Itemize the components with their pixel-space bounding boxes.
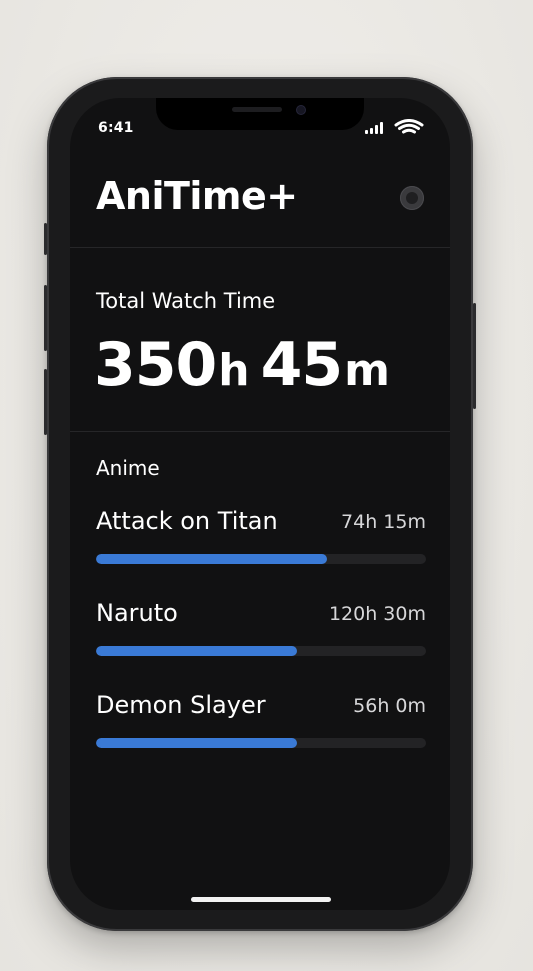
status-time: 6:41 [98, 120, 134, 136]
app-title: AniTime+ [96, 174, 298, 218]
progress-track [96, 738, 426, 748]
volume-up-button [44, 285, 47, 351]
anime-section-label: Anime [96, 456, 160, 480]
anime-title: Attack on Titan [96, 507, 278, 535]
anime-title: Naruto [96, 599, 178, 627]
app-screen: 6:41 AniTime+ Total Watch Time 350h 45m A… [70, 98, 450, 910]
avatar-icon[interactable] [400, 186, 424, 210]
anime-watch-time: 120h 30m [328, 603, 426, 625]
volume-down-button [44, 369, 47, 435]
cellular-signal-icon [365, 122, 385, 134]
anime-title: Demon Slayer [96, 691, 266, 719]
anime-watch-time: 74h 15m [341, 511, 426, 533]
progress-fill [96, 738, 298, 748]
total-minutes-unit: m [344, 345, 390, 396]
header-divider [70, 247, 450, 248]
total-hours: 350 [94, 330, 217, 400]
progress-track [96, 554, 426, 564]
total-minutes: 45 [260, 330, 343, 400]
power-button [473, 303, 476, 409]
progress-fill [96, 646, 298, 656]
wifi-icon [394, 119, 424, 134]
notch [156, 98, 364, 130]
total-watch-time-label: Total Watch Time [96, 289, 276, 313]
total-hours-unit: h [218, 345, 249, 396]
home-indicator[interactable] [191, 897, 331, 902]
total-watch-time-value: 350h 45m [94, 330, 401, 400]
progress-fill [96, 554, 327, 564]
anime-watch-time: 56h 0m [353, 695, 426, 717]
total-divider [70, 431, 450, 432]
speaker-grille [232, 107, 282, 112]
front-camera [297, 106, 305, 114]
action-button [44, 223, 47, 255]
progress-track [96, 646, 426, 656]
